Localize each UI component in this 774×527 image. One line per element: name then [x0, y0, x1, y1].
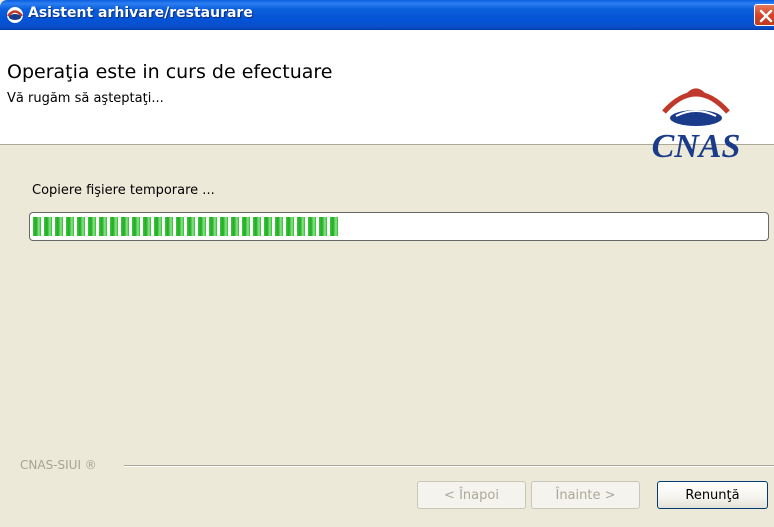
progress-status: Copiere fişiere temporare ... [32, 183, 215, 198]
cnas-app-icon [6, 6, 24, 24]
progress-bar [29, 212, 769, 241]
footer-divider [124, 465, 774, 467]
title-bar[interactable]: Asistent arhivare/restaurare [0, 0, 774, 30]
close-button[interactable] [754, 4, 774, 26]
back-button[interactable]: < Înapoi [417, 481, 526, 509]
wizard-header: Operaţia este in curs de efectuare Vă ru… [0, 30, 774, 165]
progress-fill [33, 217, 338, 236]
next-button[interactable]: Înainte > [531, 481, 640, 509]
window-title: Asistent arhivare/restaurare [28, 5, 253, 21]
cancel-button[interactable]: Renunţă [657, 481, 768, 509]
logo-text: CNAS [652, 128, 741, 163]
close-icon [759, 9, 773, 23]
footer-brand: CNAS-SIUI ® [20, 458, 97, 472]
cnas-logo: CNAS [636, 68, 756, 165]
page-title: Operaţia este in curs de efectuare [7, 61, 333, 83]
page-subtitle: Vă rugăm să aşteptaţi... [7, 91, 164, 106]
